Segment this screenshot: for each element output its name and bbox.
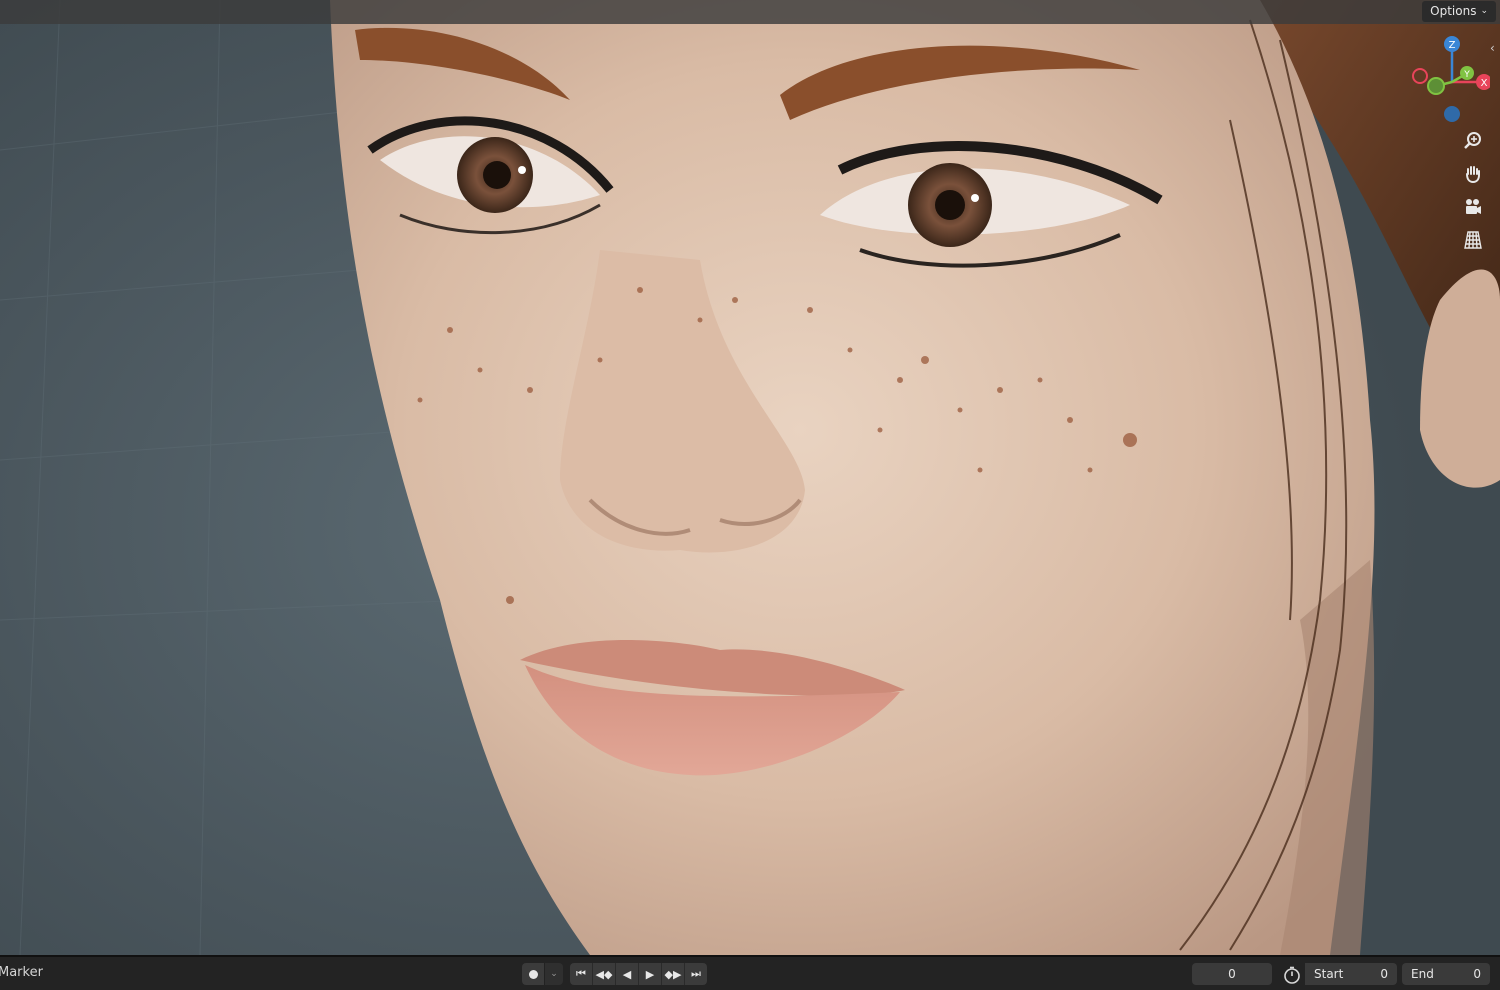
camera-view-icon[interactable] (1458, 192, 1488, 222)
end-label: End (1411, 967, 1434, 981)
stopwatch-icon[interactable] (1282, 965, 1302, 985)
chevron-down-icon: ⌄ (1480, 6, 1488, 16)
options-label: Options (1430, 4, 1477, 18)
end-value: 0 (1473, 967, 1481, 981)
timeline-bar: Marker ⌄ ⏮ ◀◆ ◀ ▶ ◆▶ ⏭ 0 Start 0 End 0 (0, 955, 1500, 990)
start-value: 0 (1380, 967, 1388, 981)
neg-x-axis-handle (1412, 68, 1428, 84)
sidebar-toggle-icon[interactable]: ‹ (1490, 40, 1500, 56)
auto-keying-group: ⌄ (522, 963, 563, 985)
play-icon[interactable]: ▶ (639, 963, 662, 985)
jump-to-start-icon[interactable]: ⏮ (570, 963, 593, 985)
ortho-grid-icon[interactable] (1458, 225, 1488, 255)
viewport-header (0, 0, 1500, 24)
options-dropdown[interactable]: Options ⌄ (1422, 1, 1496, 22)
keying-dropdown[interactable]: ⌄ (544, 963, 563, 985)
rendered-face-model (0, 0, 1500, 955)
3d-viewport[interactable]: Options ⌄ ‹ Z X Y (0, 0, 1500, 955)
auto-keying-button[interactable] (522, 963, 544, 985)
playback-controls: ⏮ ◀◆ ◀ ▶ ◆▶ ⏭ (570, 963, 707, 985)
current-frame-field[interactable]: 0 (1192, 963, 1272, 985)
x-axis-label: X (1481, 78, 1488, 89)
zoom-icon[interactable] (1458, 126, 1488, 156)
jump-to-next-keyframe-icon[interactable]: ◆▶ (662, 963, 685, 985)
jump-to-prev-keyframe-icon[interactable]: ◀◆ (593, 963, 616, 985)
play-reverse-icon[interactable]: ◀ (616, 963, 639, 985)
z-axis-label: Z (1449, 40, 1456, 51)
neg-y-axis-handle (1427, 77, 1445, 95)
chevron-down-icon: ⌄ (550, 969, 558, 979)
record-icon (528, 969, 538, 979)
end-frame-field[interactable]: End 0 (1402, 963, 1490, 985)
marker-menu[interactable]: Marker (0, 965, 43, 980)
navigation-gizmo[interactable]: Z X Y (1410, 30, 1490, 130)
navigation-tools (1458, 126, 1490, 258)
hand-pan-icon[interactable] (1458, 159, 1488, 189)
start-frame-field[interactable]: Start 0 (1305, 963, 1397, 985)
neg-z-axis-handle (1444, 106, 1460, 122)
start-label: Start (1314, 967, 1344, 981)
jump-to-end-icon[interactable]: ⏭ (685, 963, 707, 985)
y-axis-label: Y (1463, 70, 1470, 80)
